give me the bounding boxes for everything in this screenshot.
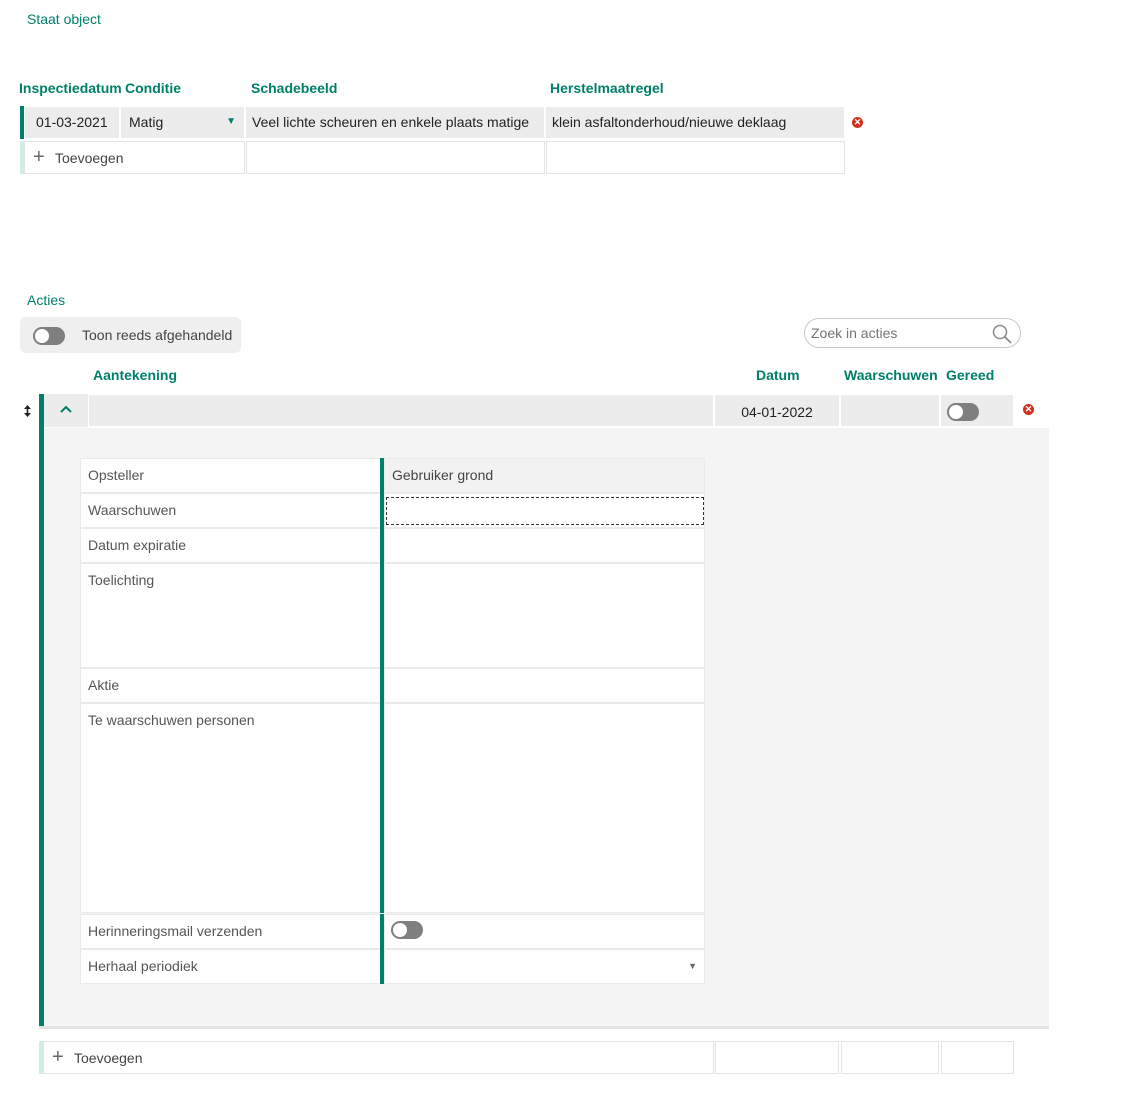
acties-title: Acties bbox=[27, 292, 66, 308]
gereed-toggle[interactable] bbox=[947, 403, 979, 421]
search-input[interactable] bbox=[811, 324, 981, 342]
plus-icon: + bbox=[52, 1046, 64, 1068]
add-label: Toevoegen bbox=[74, 1050, 143, 1066]
te-waarschuwen-label: Te waarschuwen personen bbox=[80, 703, 381, 913]
search-box[interactable] bbox=[804, 318, 1021, 348]
sort-handle-icon[interactable] bbox=[23, 404, 32, 418]
col-datum: Datum bbox=[756, 367, 800, 383]
herinneringsmail-field bbox=[384, 914, 705, 949]
col-aantekening: Aantekening bbox=[93, 367, 178, 383]
toon-afgehandeld-toggle[interactable]: Toon reeds afgehandeld bbox=[20, 317, 241, 353]
herhaal-label: Herhaal periodiek bbox=[80, 949, 381, 984]
remove-icon[interactable]: ✕ bbox=[852, 117, 863, 128]
aktie-field[interactable] bbox=[384, 668, 705, 703]
waarschuwen-label: Waarschuwen bbox=[80, 493, 381, 528]
herinneringsmail-toggle[interactable] bbox=[391, 921, 423, 939]
herstelmaatregel-cell[interactable]: klein asfaltonderhoud/nieuwe deklaag bbox=[545, 106, 845, 139]
conditie-value: Matig bbox=[129, 114, 164, 130]
datum-expiratie-field[interactable] bbox=[384, 528, 705, 563]
toelichting-label: Toelichting bbox=[80, 563, 381, 668]
aantekening-cell[interactable] bbox=[88, 394, 714, 427]
focus-outline bbox=[386, 497, 704, 525]
search-icon[interactable] bbox=[991, 323, 1013, 345]
col-waarschuwen: Waarschuwen bbox=[844, 367, 938, 383]
inspectiedatum-cell[interactable]: 01-03-2021 bbox=[24, 106, 120, 139]
col-schadebeeld: Schadebeeld bbox=[251, 80, 338, 96]
schadebeeld-cell[interactable]: Veel lichte scheuren en enkele plaats ma… bbox=[245, 106, 545, 139]
remove-icon[interactable]: ✕ bbox=[1023, 404, 1034, 415]
caret-down-icon: ▼ bbox=[688, 961, 697, 971]
waarschuwen-field[interactable] bbox=[384, 493, 705, 528]
opsteller-label: Opsteller bbox=[80, 458, 381, 493]
gereed-cell[interactable] bbox=[940, 394, 1014, 427]
toggle-switch[interactable] bbox=[33, 327, 65, 345]
toggle-label: Toon reeds afgehandeld bbox=[82, 327, 233, 343]
chevron-up-icon bbox=[60, 405, 72, 413]
col-gereed: Gereed bbox=[946, 367, 995, 383]
opsteller-value: Gebruiker grond bbox=[384, 458, 705, 493]
detail-bottom-divider bbox=[39, 1026, 1049, 1029]
aktie-label: Aktie bbox=[80, 668, 381, 703]
te-waarschuwen-field[interactable] bbox=[384, 703, 705, 913]
empty-cell bbox=[546, 141, 845, 174]
acties-add-button[interactable]: + Toevoegen bbox=[43, 1041, 714, 1074]
toelichting-field[interactable] bbox=[384, 563, 705, 668]
empty-cell bbox=[841, 1041, 939, 1074]
empty-cell bbox=[715, 1041, 839, 1074]
col-herstelmaatregel: Herstelmaatregel bbox=[550, 80, 664, 96]
herhaal-select[interactable]: ▼ bbox=[384, 949, 705, 984]
caret-down-icon: ▼ bbox=[226, 116, 236, 127]
datum-expiratie-label: Datum expiratie bbox=[80, 528, 381, 563]
waarschuwen-cell[interactable] bbox=[840, 394, 940, 427]
herinneringsmail-label: Herinneringsmail verzenden bbox=[80, 914, 381, 949]
plus-icon: + bbox=[33, 146, 45, 168]
add-label: Toevoegen bbox=[55, 150, 124, 166]
empty-cell bbox=[246, 141, 545, 174]
col-inspectiedatum: Inspectiedatum bbox=[19, 80, 122, 96]
collapse-button[interactable] bbox=[44, 394, 88, 427]
staat-add-button[interactable]: + Toevoegen bbox=[24, 141, 245, 174]
conditie-select[interactable]: Matig ▼ bbox=[120, 106, 245, 139]
empty-cell bbox=[941, 1041, 1014, 1074]
datum-cell[interactable]: 04-01-2022 bbox=[714, 394, 840, 427]
staat-object-title: Staat object bbox=[27, 11, 101, 27]
col-conditie: Conditie bbox=[125, 80, 181, 96]
